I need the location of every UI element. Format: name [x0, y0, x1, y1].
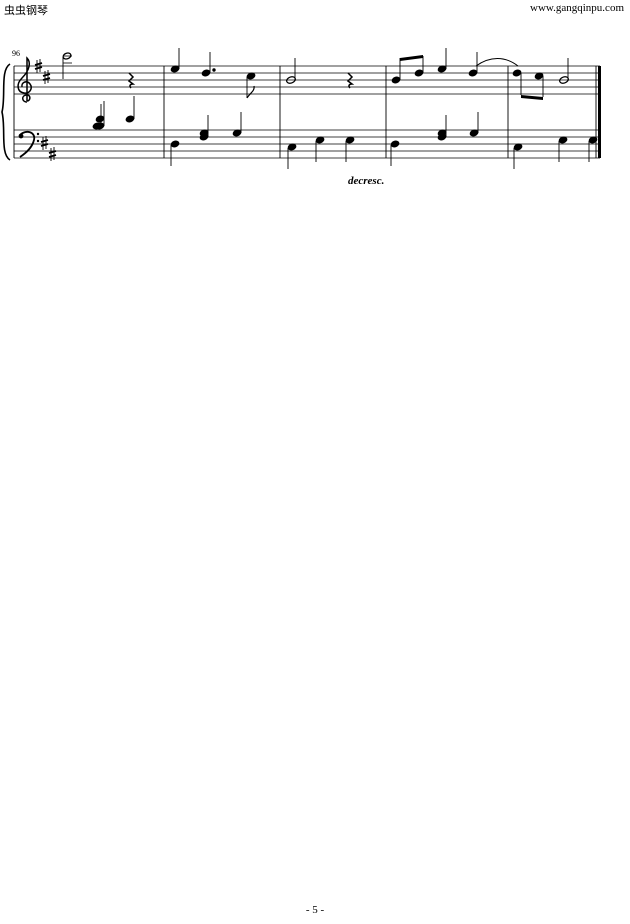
treble-staff — [14, 65, 600, 95]
bass-clef-icon — [18, 130, 40, 158]
measure-96-treble — [62, 52, 136, 89]
bass-staff — [14, 129, 600, 159]
measure-number: 96 — [12, 49, 20, 58]
page-number: - 5 - — [305, 904, 325, 916]
measure-100-bass — [513, 136, 598, 169]
music-score: 96 decresc. — [1, 48, 601, 187]
measure-98-bass — [287, 136, 355, 169]
measure-96-bass — [92, 96, 135, 130]
key-signature-bass — [40, 136, 57, 161]
final-barline — [598, 66, 601, 158]
dynamic-decresc: decresc. — [348, 175, 384, 187]
grand-staff-brace — [1, 63, 11, 161]
